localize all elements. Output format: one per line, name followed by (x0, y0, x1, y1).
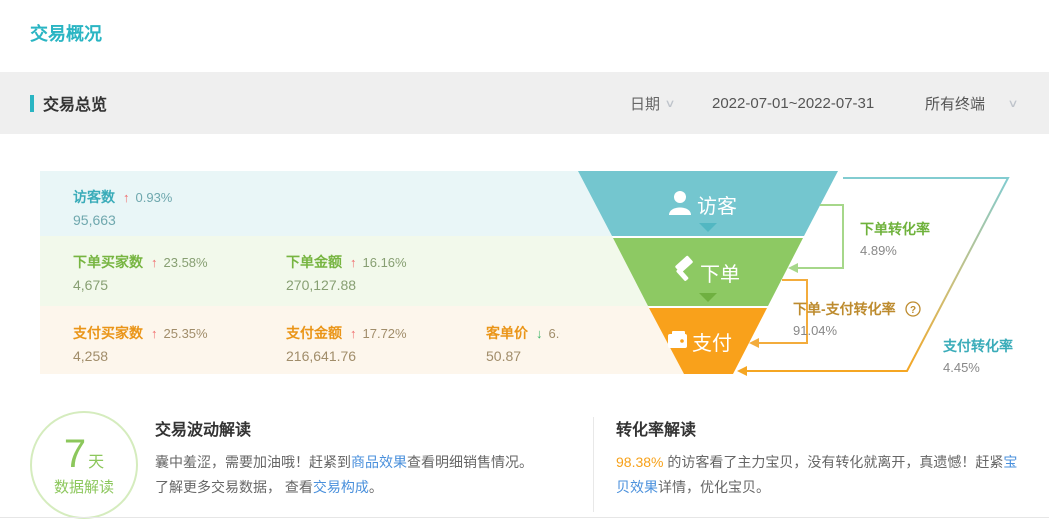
metric-order-amount: 下单金额 ↑ 16.16% 270,127.88 (286, 252, 476, 293)
chevron-down-icon: ∨ (664, 97, 676, 110)
section-title-accent-bar (30, 94, 34, 112)
conversion-value: 91.04% (793, 323, 838, 338)
bottom-divider (0, 517, 1049, 518)
metric-value: 4,258 (73, 348, 109, 364)
trade-composition-link[interactable]: 交易构成 (313, 479, 369, 495)
metric-visitors: 访客数 ↑ 0.93% 95,663 (73, 187, 263, 228)
metric-pay-amount: 支付金额 ↑ 17.72% 216,641.76 (286, 323, 476, 364)
product-effect-link[interactable]: 商品效果 (351, 454, 407, 470)
trend-up-icon: ↑ (350, 325, 357, 341)
trend-up-icon: ↑ (350, 254, 357, 270)
conversion-insight-section: 转化率解读 98.38% 的访客看了主力宝贝，没有转化就离开，真遗憾！赶紧宝贝效… (616, 416, 1020, 500)
metric-label: 下单买家数 (73, 254, 143, 270)
metric-change: 23.58% (163, 254, 208, 270)
section-header-band: 交易总览 日期 ∨ 2022-07-01~2022-07-31 所有终端 ∨ (0, 72, 1049, 134)
page-title: 交易概况 (30, 24, 102, 44)
metric-value: 270,127.88 (286, 277, 357, 293)
metric-change: 17.72% (362, 325, 407, 341)
trend-up-icon: ↑ (151, 254, 158, 270)
trade-insight-line2: 了解更多交易数据， 查看交易构成。 (155, 479, 383, 495)
metric-label: 支付买家数 (73, 325, 143, 341)
metric-value: 95,663 (73, 212, 116, 228)
trend-up-icon: ↑ (123, 189, 130, 205)
section-title: 交易总览 (43, 97, 108, 114)
metric-value: 216,641.76 (286, 348, 357, 364)
metric-pay-buyers: 支付买家数 ↑ 25.35% 4,258 (73, 323, 263, 364)
trade-insight-line1: 囊中羞涩，需要加油哦！赶紧到商品效果查看明细销售情况。 (155, 454, 533, 470)
visitor-row-band: 访客数 ↑ 0.93% 95,663 (40, 171, 560, 236)
metric-change: 25.35% (163, 325, 208, 341)
funnel-stage-label: 访客 (697, 195, 737, 218)
badge-unit: 天 (88, 453, 105, 471)
data-insight-badge: 7 天 数据解读 (30, 411, 138, 519)
conversion-value: 4.89% (860, 243, 897, 258)
terminal-filter-dropdown[interactable]: 所有终端 ∨ (925, 72, 1019, 134)
conversion-label: 下单转化率 (860, 221, 930, 237)
svg-text:?: ? (910, 305, 916, 316)
badge-caption: 数据解读 (53, 478, 114, 496)
trend-up-icon: ↑ (151, 325, 158, 341)
metric-label: 下单金额 (286, 254, 342, 270)
date-filter-label: 日期 (630, 95, 661, 113)
section-title-wrap: 交易总览 (30, 72, 107, 134)
conversion-funnel-chart: 访客 下单 支付 下单转化率 4.89% 下单-支付转化率 ? 91.04% 支… (560, 160, 1049, 405)
metric-label: 支付金额 (286, 325, 342, 341)
metric-order-buyers: 下单买家数 ↑ 23.58% 4,675 (73, 252, 263, 293)
conversion-highlight-value: 98.38% (616, 454, 664, 470)
metric-change: 16.16% (362, 254, 407, 270)
pay-row-band: 支付买家数 ↑ 25.35% 4,258 支付金额 ↑ 17.72% 216,6… (40, 306, 585, 374)
funnel-stage-label: 支付 (692, 332, 732, 355)
metric-value: 4,675 (73, 277, 109, 293)
conversion-insight-title: 转化率解读 (616, 422, 697, 439)
conversion-label: 支付转化率 (942, 338, 1013, 354)
insight-divider (593, 417, 594, 512)
date-range-value[interactable]: 2022-07-01~2022-07-31 (712, 72, 874, 134)
order-row-band: 下单买家数 ↑ 23.58% 4,675 下单金额 ↑ 16.16% 270,1… (40, 236, 560, 306)
conversion-label: 下单-支付转化率 (793, 301, 896, 317)
conversion-value: 4.45% (943, 360, 980, 375)
date-filter-dropdown[interactable]: 日期 ∨ (630, 72, 676, 134)
metric-change: 0.93% (135, 189, 173, 205)
trend-down-icon: ↓ (536, 325, 543, 341)
conversion-insight-text: 98.38% 的访客看了主力宝贝，没有转化就离开，真遗憾！赶紧宝贝效果详情，优化… (616, 454, 1018, 495)
transaction-overview-page: 交易概况 交易总览 日期 ∨ 2022-07-01~2022-07-31 所有终… (0, 0, 1049, 522)
terminal-filter-value: 所有终端 (925, 95, 986, 113)
metric-label: 客单价 (486, 325, 528, 341)
badge-number: 7 (63, 431, 87, 476)
funnel-stage-label: 下单 (700, 263, 740, 286)
trade-insight-title: 交易波动解读 (155, 422, 252, 439)
metric-label: 访客数 (73, 189, 115, 205)
chevron-down-icon: ∨ (1007, 97, 1019, 110)
trade-insight-section: 交易波动解读 囊中羞涩，需要加油哦！赶紧到商品效果查看明细销售情况。 了解更多交… (155, 416, 590, 500)
